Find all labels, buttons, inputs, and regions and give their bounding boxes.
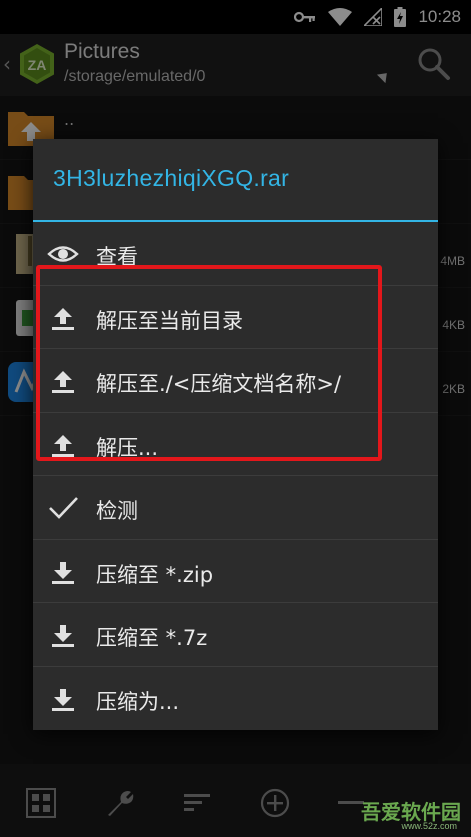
menu-item-test[interactable]: 检测 (33, 476, 438, 540)
compress-download-icon (52, 561, 74, 584)
check-icon (49, 497, 78, 519)
menu-item-compress-zip[interactable]: 压缩至 *.zip (33, 540, 438, 603)
menu-item-compress-7z[interactable]: 压缩至 *.7z (33, 603, 438, 667)
menu-item-compress-as[interactable]: 压缩为... (33, 667, 438, 731)
watermark-subtext: www.52z.com (401, 821, 457, 831)
menu-item-label: 压缩为... (96, 689, 180, 714)
dialog-title: 3H3luzhezhiqiXGQ.rar (53, 165, 290, 191)
highlight-box (36, 265, 382, 461)
menu-item-label: 压缩至 *.7z (96, 626, 208, 650)
compress-download-icon (52, 625, 74, 647)
menu-item-label: 压缩至 *.zip (96, 562, 214, 587)
menu-item-label: 检测 (96, 499, 138, 523)
compress-download-icon (52, 688, 74, 711)
